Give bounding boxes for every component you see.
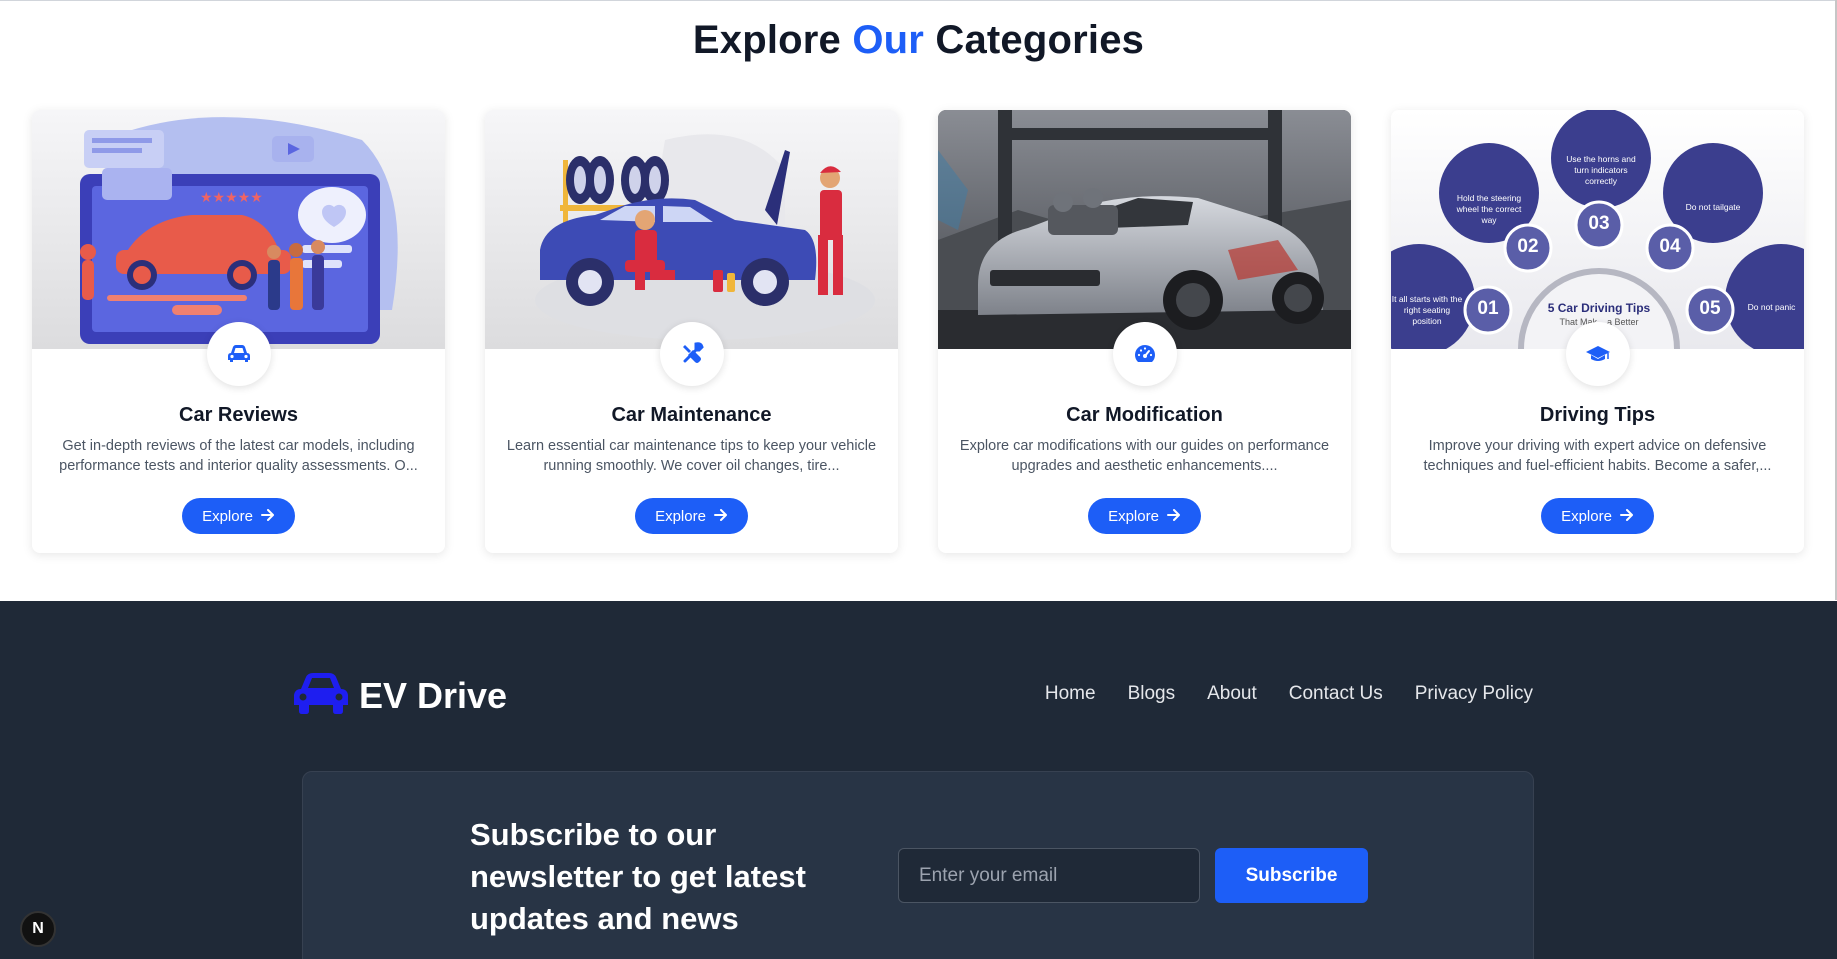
tip-text-03: Use the horns and turn indicators correc… [1566,154,1636,186]
car-modification-photo [938,110,1351,349]
card-title: Driving Tips [1539,404,1656,426]
car-icon [207,322,271,386]
explore-button-label: Explore [202,507,253,525]
nav-link-home[interactable]: Home [1045,683,1096,705]
driving-tips-infographic: 01 02 03 04 05 It all starts with the ri… [1391,110,1804,349]
tip-number-03: 03 [1588,213,1610,234]
brand-logo[interactable]: EV Drive [293,671,507,720]
arrow-right-icon [713,508,728,525]
tools-icon [660,322,724,386]
arrow-right-icon [1166,508,1181,525]
categories-section: Explore Our Categories ★★★★★ Car Reviews… [0,0,1837,601]
category-card-car-maintenance[interactable]: Car Maintenance Learn essential car main… [485,110,898,553]
card-title: Car Modification [1066,404,1223,426]
tip-text-01: It all starts with the right seating pos… [1391,294,1463,326]
explore-button-label: Explore [1561,507,1612,525]
card-description: Improve your driving with expert advice … [1423,438,1772,474]
card-title: Car Reviews [179,404,298,426]
graduation-cap-icon [1566,322,1630,386]
explore-button[interactable]: Explore [1088,498,1201,534]
email-input[interactable] [898,848,1200,903]
tip-number-02: 02 [1517,236,1539,257]
car-logo-icon [293,671,349,720]
nav-link-blogs[interactable]: Blogs [1128,683,1176,705]
card-title: Car Maintenance [611,404,772,426]
title-accent: Our [852,18,925,62]
footer-nav: Home Blogs About Contact Us Privacy Poli… [1045,683,1533,705]
card-description: Learn essential car maintenance tips to … [506,438,877,474]
footer: EV Drive Home Blogs About Contact Us Pri… [0,601,1837,959]
card-description: Explore car modifications with our guide… [959,438,1330,474]
explore-button-label: Explore [655,507,706,525]
car-reviews-illustration: ★★★★★ [32,110,445,349]
newsletter-box: Subscribe to our newsletter to get lates… [302,771,1534,959]
dev-badge-n[interactable]: N [20,911,56,947]
svg-text:★★★★★: ★★★★★ [200,189,263,205]
category-card-car-reviews[interactable]: ★★★★★ Car Reviews Get in-depth reviews o… [32,110,445,553]
nav-link-about[interactable]: About [1207,683,1257,705]
arrow-right-icon [1619,508,1634,525]
top-divider [0,0,1837,1]
subscribe-button[interactable]: Subscribe [1215,848,1368,903]
explore-button-label: Explore [1108,507,1159,525]
tip-text-04: Do not tailgate [1685,202,1741,212]
nav-link-contact-us[interactable]: Contact Us [1289,683,1383,705]
explore-button[interactable]: Explore [1541,498,1654,534]
brand-name: EV Drive [359,674,508,716]
category-card-car-modification[interactable]: Car Modification Explore car modificatio… [938,110,1351,553]
newsletter-heading: Subscribe to our newsletter to get lates… [470,817,806,936]
category-card-driving-tips[interactable]: 01 02 03 04 05 It all starts with the ri… [1391,110,1804,553]
tip-number-01: 01 [1477,298,1499,319]
tip-text-05: Do not panic [1747,302,1796,312]
section-title: Explore Our Categories [0,18,1837,63]
tip-number-05: 05 [1699,298,1721,319]
nav-link-privacy-policy[interactable]: Privacy Policy [1415,683,1533,705]
explore-button[interactable]: Explore [182,498,295,534]
car-maintenance-illustration [485,110,898,349]
explore-button[interactable]: Explore [635,498,748,534]
infographic-title: 5 Car Driving Tips [1547,301,1651,315]
category-cards: ★★★★★ Car Reviews Get in-depth reviews o… [32,110,1804,553]
arrow-right-icon [260,508,275,525]
tip-text-02: Hold the steering wheel the correct way [1456,193,1522,225]
card-description: Get in-depth reviews of the latest car m… [59,438,418,474]
speedometer-icon [1113,322,1177,386]
title-part1: Explore [692,18,841,62]
tip-number-04: 04 [1659,236,1681,257]
title-part2: Categories [935,18,1145,62]
